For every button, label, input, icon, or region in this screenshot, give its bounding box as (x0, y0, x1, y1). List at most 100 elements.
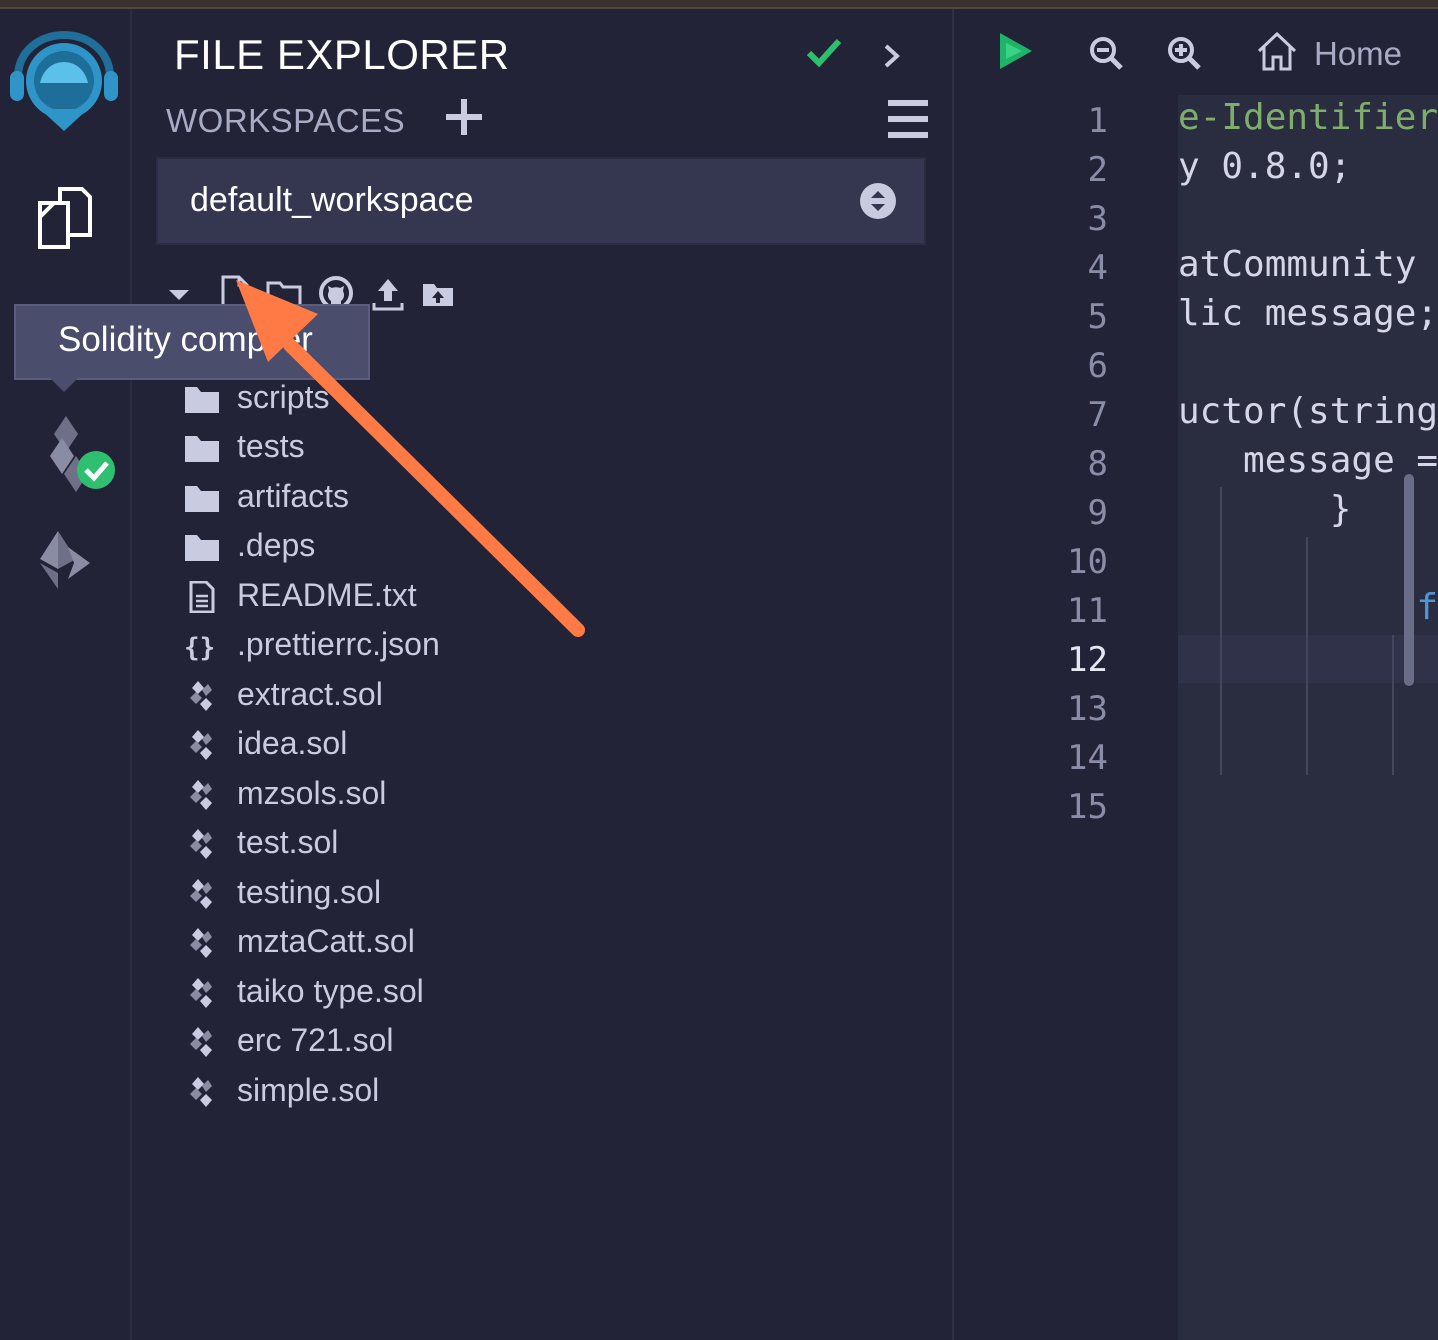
tree-item-test-sol[interactable]: test.sol (180, 820, 780, 866)
workspace-select[interactable]: default_workspace (156, 157, 926, 245)
solidity-file-icon (184, 779, 220, 811)
chevron-right-icon[interactable] (882, 43, 902, 69)
line-number: 1 (1087, 101, 1108, 141)
solidity-compiler-tooltip: Solidity compiler (14, 304, 370, 380)
editor-toolbar: Home (954, 9, 1438, 95)
tree-item-erc-721-sol[interactable]: erc 721.sol (180, 1018, 780, 1064)
zoom-out-icon[interactable] (1088, 35, 1124, 71)
zoom-in-icon[interactable] (1166, 35, 1202, 71)
workspaces-label: WORKSPACES (166, 102, 406, 139)
line-number: 7 (1087, 395, 1108, 435)
line-number: 4 (1087, 248, 1108, 288)
code-line: message = (1178, 440, 1438, 481)
tree-item-taiko-type-sol[interactable]: taiko type.sol (180, 969, 780, 1015)
tree-item-label: artifacts (237, 477, 350, 514)
solidity-file-icon (184, 1026, 220, 1058)
line-number-gutter: 1 2 3 4 5 6 7 8 9 10 11 12 13 14 15 (954, 95, 1178, 1340)
text-file-icon (184, 580, 220, 613)
line-number: 6 (1087, 346, 1108, 386)
solidity-file-icon (184, 1076, 220, 1108)
line-number: 10 (1067, 542, 1108, 582)
tree-item-prettierrc-json[interactable]: {} .prettierrc.json (180, 622, 780, 668)
tree-item-label: .prettierrc.json (237, 626, 440, 662)
line-number: 13 (1067, 689, 1108, 729)
tree-item-label: mzsols.sol (237, 774, 387, 811)
folder-icon (184, 432, 220, 464)
solidity-file-icon (184, 977, 220, 1009)
tree-item-extract-sol[interactable]: extract.sol (180, 672, 780, 718)
indent-guide (1220, 487, 1222, 775)
caret-down-icon[interactable] (166, 287, 192, 303)
tree-item-scripts[interactable]: scripts (180, 375, 780, 421)
tree-item-simple-sol[interactable]: simple.sol (180, 1068, 780, 1114)
line-number: 8 (1087, 444, 1108, 484)
tree-item-label: extract.sol (237, 675, 383, 712)
tree-item-label: test.sol (237, 824, 339, 860)
editor-scrollbar[interactable] (1404, 474, 1414, 686)
file-explorer-icon[interactable] (38, 187, 92, 249)
file-explorer-panel: FILE EXPLORER WORKSPACES default_workspa… (132, 9, 954, 1340)
indent-guide (1392, 635, 1394, 775)
solidity-file-icon (184, 729, 220, 761)
solidity-file-icon (184, 927, 220, 959)
icon-panel (0, 9, 132, 1340)
add-workspace-icon[interactable] (444, 97, 484, 137)
json-file-icon: {} (184, 630, 220, 663)
tree-item-testing-sol[interactable]: testing.sol (180, 870, 780, 916)
deploy-run-icon[interactable] (38, 529, 92, 591)
upload-icon[interactable] (372, 275, 404, 311)
line-number: 12 (1067, 640, 1108, 680)
panel-title: FILE EXPLORER (174, 31, 510, 78)
line-number: 2 (1087, 150, 1108, 190)
select-arrows-icon (860, 183, 896, 219)
line-number: 14 (1067, 738, 1108, 778)
tree-item-label: scripts (237, 378, 330, 415)
tree-item-tests[interactable]: tests (180, 424, 780, 470)
line-number: 15 (1067, 787, 1108, 827)
line-number: 3 (1087, 199, 1108, 239)
solidity-compiler-icon[interactable] (44, 414, 120, 492)
code-line: lic message; (1178, 293, 1438, 334)
home-icon[interactable] (1256, 31, 1298, 71)
remix-logo-icon[interactable] (10, 31, 118, 135)
tree-item-deps[interactable]: .deps (180, 523, 780, 569)
tree-item-label: simple.sol (237, 1071, 380, 1108)
workspace-selected-value: default_workspace (190, 181, 474, 219)
folder-icon (184, 482, 220, 514)
solidity-file-icon (184, 878, 220, 910)
svg-text:{}: {} (184, 633, 215, 662)
line-number: 11 (1067, 591, 1108, 631)
code-editor[interactable]: e-Identifier y 0.8.0; atCommunity lic messa… (1178, 95, 1438, 1340)
solidity-file-icon (184, 680, 220, 712)
tooltip-text: Solidity compiler (58, 320, 313, 359)
tree-item-label: erc 721.sol (237, 1022, 394, 1058)
code-line: fu (1178, 587, 1438, 628)
run-script-icon[interactable] (996, 31, 1036, 71)
home-tab-label[interactable]: Home (1314, 35, 1402, 73)
solidity-file-icon (184, 828, 220, 860)
tree-item-label: testing.sol (237, 873, 382, 910)
tooltip-tail (50, 378, 78, 392)
tree-item-label: README.txt (237, 576, 417, 613)
code-line: e-Identifier (1178, 97, 1438, 138)
tree-item-artifacts[interactable]: artifacts (180, 474, 780, 520)
code-line: y 0.8.0; (1178, 146, 1352, 187)
tree-item-mztacatt-sol[interactable]: mztaCatt.sol (180, 919, 780, 965)
code-line: uctor(string (1178, 391, 1438, 432)
tree-item-mzsols-sol[interactable]: mzsols.sol (180, 771, 780, 817)
check-icon (806, 38, 842, 67)
line-number: 5 (1087, 297, 1108, 337)
tree-item-readme-txt[interactable]: README.txt (180, 573, 780, 619)
tree-item-label: tests (237, 428, 305, 464)
upload-folder-icon[interactable] (422, 281, 454, 307)
code-line: } (1178, 489, 1352, 530)
current-line-highlight (1178, 635, 1438, 683)
folder-icon (184, 383, 220, 415)
window-top-border (0, 0, 1438, 9)
folder-icon (184, 531, 220, 563)
tree-item-label: taiko type.sol (237, 972, 424, 1009)
line-number: 9 (1087, 493, 1108, 533)
workspace-menu-icon[interactable] (886, 99, 930, 139)
tree-item-idea-sol[interactable]: idea.sol (180, 721, 780, 767)
indent-guide (1306, 537, 1308, 775)
